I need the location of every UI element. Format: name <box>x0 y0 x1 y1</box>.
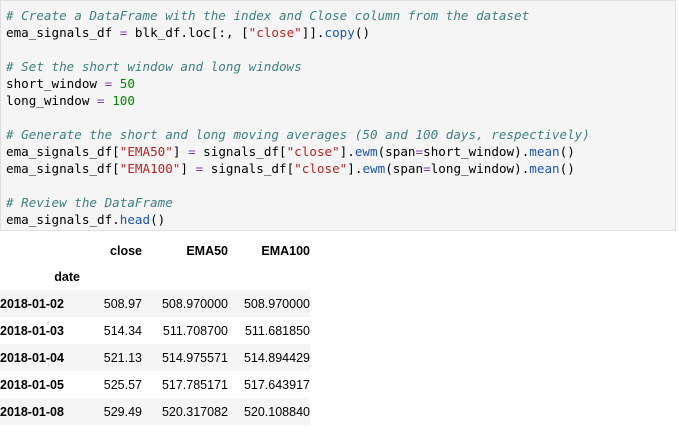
code-token: copy <box>324 25 355 40</box>
code-token: ] <box>172 144 188 159</box>
code-token: (span <box>385 161 424 176</box>
index-name-row: date <box>0 264 310 290</box>
cell-ema50: 520.317082 <box>161 404 228 419</box>
code-token: ewm <box>354 144 378 159</box>
cell-ema100: 514.894429 <box>243 350 310 365</box>
row-index: 2018-01-02 <box>0 296 64 311</box>
cell-close: 525.57 <box>103 377 142 392</box>
code-token: . <box>347 144 355 159</box>
code-token: ema_signals_df[ <box>6 161 120 176</box>
empty-cell <box>142 264 228 290</box>
code-line: ema_signals_df["EMA50"] = signals_df["cl… <box>6 143 675 160</box>
code-line: ema_signals_df = blk_df.loc[:, ["close"]… <box>6 24 675 41</box>
code-token: () <box>354 25 371 40</box>
code-line: long_window = 100 <box>6 92 675 109</box>
table-row: 2018-01-04 521.13 514.975571 514.894429 <box>0 344 310 371</box>
code-token: 50 <box>119 76 135 91</box>
code-token: loc <box>188 25 211 40</box>
table-header-row: close EMA50 EMA100 <box>0 238 310 264</box>
empty-cell <box>228 264 310 290</box>
code-token: [:, [ <box>210 25 249 40</box>
code-comment: # Create a DataFrame with the index and … <box>6 8 530 23</box>
code-token: . <box>112 212 120 227</box>
empty-cell <box>80 264 142 290</box>
table-row: 2018-01-08 529.49 520.317082 520.108840 <box>0 398 310 425</box>
code-line: # Review the DataFrame <box>6 194 675 211</box>
cell-ema100: 520.108840 <box>243 404 310 419</box>
code-token: blk_df <box>127 25 181 40</box>
code-line: ema_signals_df["EMA100"] = signals_df["c… <box>6 160 675 177</box>
code-token: . <box>180 25 188 40</box>
cell-ema50: 514.975571 <box>161 350 228 365</box>
code-token: "EMA50" <box>119 144 173 159</box>
code-token: signals_df[ <box>195 144 287 159</box>
cell-close: 529.49 <box>103 404 142 419</box>
cell-ema50: 517.785171 <box>161 377 228 392</box>
code-comment: # Set the short window and long windows <box>6 59 302 74</box>
code-token: mean <box>529 161 560 176</box>
code-token: long_window <box>6 93 97 108</box>
column-header-ema50: EMA50 <box>186 244 228 258</box>
row-index: 2018-01-03 <box>0 323 64 338</box>
code-token: ema_signals_df[ <box>6 144 120 159</box>
code-token: = <box>415 144 424 159</box>
index-corner <box>0 238 80 264</box>
table-row: 2018-01-05 525.57 517.785171 517.643917 <box>0 371 310 398</box>
table-row: 2018-01-03 514.34 511.708700 511.681850 <box>0 317 310 344</box>
code-token: (span <box>377 144 416 159</box>
code-token: () <box>559 144 575 159</box>
row-index: 2018-01-08 <box>0 404 64 419</box>
code-token: = <box>97 93 105 108</box>
code-token: mean <box>529 144 560 159</box>
code-token: = <box>187 144 196 159</box>
code-token: "close" <box>248 25 302 40</box>
row-index: 2018-01-04 <box>0 350 64 365</box>
code-token: . <box>316 25 325 40</box>
cell-close: 514.34 <box>103 323 142 338</box>
code-line: # Create a DataFrame with the index and … <box>6 7 675 24</box>
cell-close: 508.97 <box>103 296 142 311</box>
code-token: "close" <box>286 144 340 159</box>
cell-ema100: 517.643917 <box>243 377 310 392</box>
code-token: ] <box>180 161 196 176</box>
column-header-close: close <box>110 244 142 258</box>
code-token: ewm <box>362 161 386 176</box>
code-token: "close" <box>294 161 348 176</box>
dataframe-output: close EMA50 EMA100 date 2018-01-02 508.9… <box>0 238 310 425</box>
code-token: signals_df[ <box>203 161 295 176</box>
index-name: date <box>54 270 80 284</box>
code-line: # Set the short window and long windows <box>6 58 675 75</box>
code-token: long_window) <box>430 161 522 176</box>
code-line: short_window = 50 <box>6 75 675 92</box>
table-row: 2018-01-02 508.97 508.970000 508.970000 <box>0 290 310 317</box>
code-token: () <box>559 161 575 176</box>
cell-ema50: 511.708700 <box>162 323 228 338</box>
cell-ema50: 508.970000 <box>161 296 228 311</box>
code-comment: # Review the DataFrame <box>6 195 173 210</box>
code-token: ]] <box>301 25 317 40</box>
code-token: "EMA100" <box>119 161 181 176</box>
row-index: 2018-01-05 <box>0 377 64 392</box>
code-token: = <box>423 161 431 176</box>
code-cell[interactable]: # Create a DataFrame with the index and … <box>0 0 676 231</box>
code-token: short_window) <box>423 144 522 159</box>
column-header-ema100: EMA100 <box>261 244 310 258</box>
cell-ema100: 508.970000 <box>243 296 310 311</box>
code-line: # Generate the short and long moving ave… <box>6 126 675 143</box>
code-token: ema_signals_df <box>6 25 120 40</box>
code-line: ema_signals_df.head() <box>6 211 675 228</box>
code-token: ] <box>347 161 355 176</box>
cell-close: 521.13 <box>103 350 142 365</box>
cell-ema100: 511.681850 <box>244 323 310 338</box>
code-token: head <box>119 212 151 227</box>
code-token: short_window <box>6 76 105 91</box>
code-token: () <box>150 212 166 227</box>
code-token: ema_signals_df <box>6 212 113 227</box>
code-token: 100 <box>112 93 135 108</box>
code-comment: # Generate the short and long moving ave… <box>6 127 590 142</box>
